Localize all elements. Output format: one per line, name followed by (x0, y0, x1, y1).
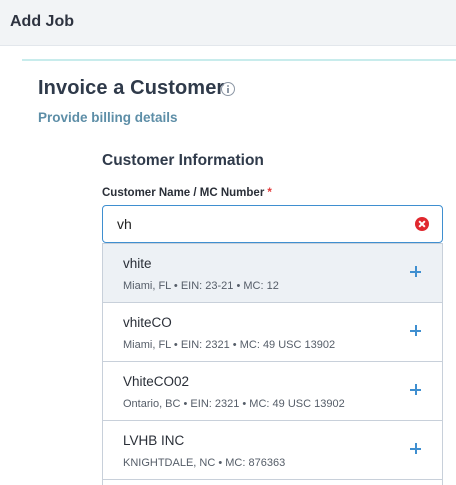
app-header: Add Job (0, 0, 456, 46)
field-label-text: Customer Name / MC Number (102, 187, 265, 199)
customer-field-label: Customer Name / MC Number * (102, 187, 272, 199)
required-marker: * (267, 187, 272, 199)
plus-icon[interactable] (410, 384, 421, 395)
result-detail: Ontario, BC • EIN: 2321 • MC: 49 USC 139… (123, 398, 345, 410)
result-name: LVHB INC (123, 433, 185, 448)
result-item[interactable]: VhiteCO02 Ontario, BC • EIN: 2321 • MC: … (103, 362, 442, 421)
result-detail: KNIGHTDALE, NC • MC: 876363 (123, 457, 286, 469)
plus-icon[interactable] (410, 266, 421, 277)
customer-results-dropdown: vhite Miami, FL • EIN: 23-21 • MC: 12 vh… (102, 243, 443, 485)
section-title: Customer Information (102, 152, 264, 169)
result-name: VhiteCO02 (123, 374, 190, 389)
page-title: Invoice a Customer (38, 77, 225, 99)
result-item[interactable]: vhiteCO Miami, FL • EIN: 2321 • MC: 49 U… (103, 303, 442, 362)
customer-search-input[interactable] (117, 215, 397, 233)
info-icon[interactable] (221, 82, 235, 96)
result-detail: Miami, FL • EIN: 23-21 • MC: 12 (123, 280, 279, 292)
result-item[interactable]: vhite Miami, FL • EIN: 23-21 • MC: 12 (103, 244, 442, 303)
page-subtitle: Provide billing details (38, 110, 178, 125)
result-detail: Miami, FL • EIN: 2321 • MC: 49 USC 13902 (123, 339, 336, 351)
customer-search-field[interactable] (102, 205, 443, 243)
clear-icon[interactable] (415, 217, 429, 231)
result-name: vhite (123, 256, 152, 271)
plus-icon[interactable] (410, 443, 421, 454)
header-title: Add Job (10, 13, 74, 30)
divider (22, 59, 456, 61)
result-name: vhiteCO (123, 315, 172, 330)
plus-icon[interactable] (410, 325, 421, 336)
result-item[interactable]: LVHB INC KNIGHTDALE, NC • MC: 876363 (103, 421, 442, 480)
